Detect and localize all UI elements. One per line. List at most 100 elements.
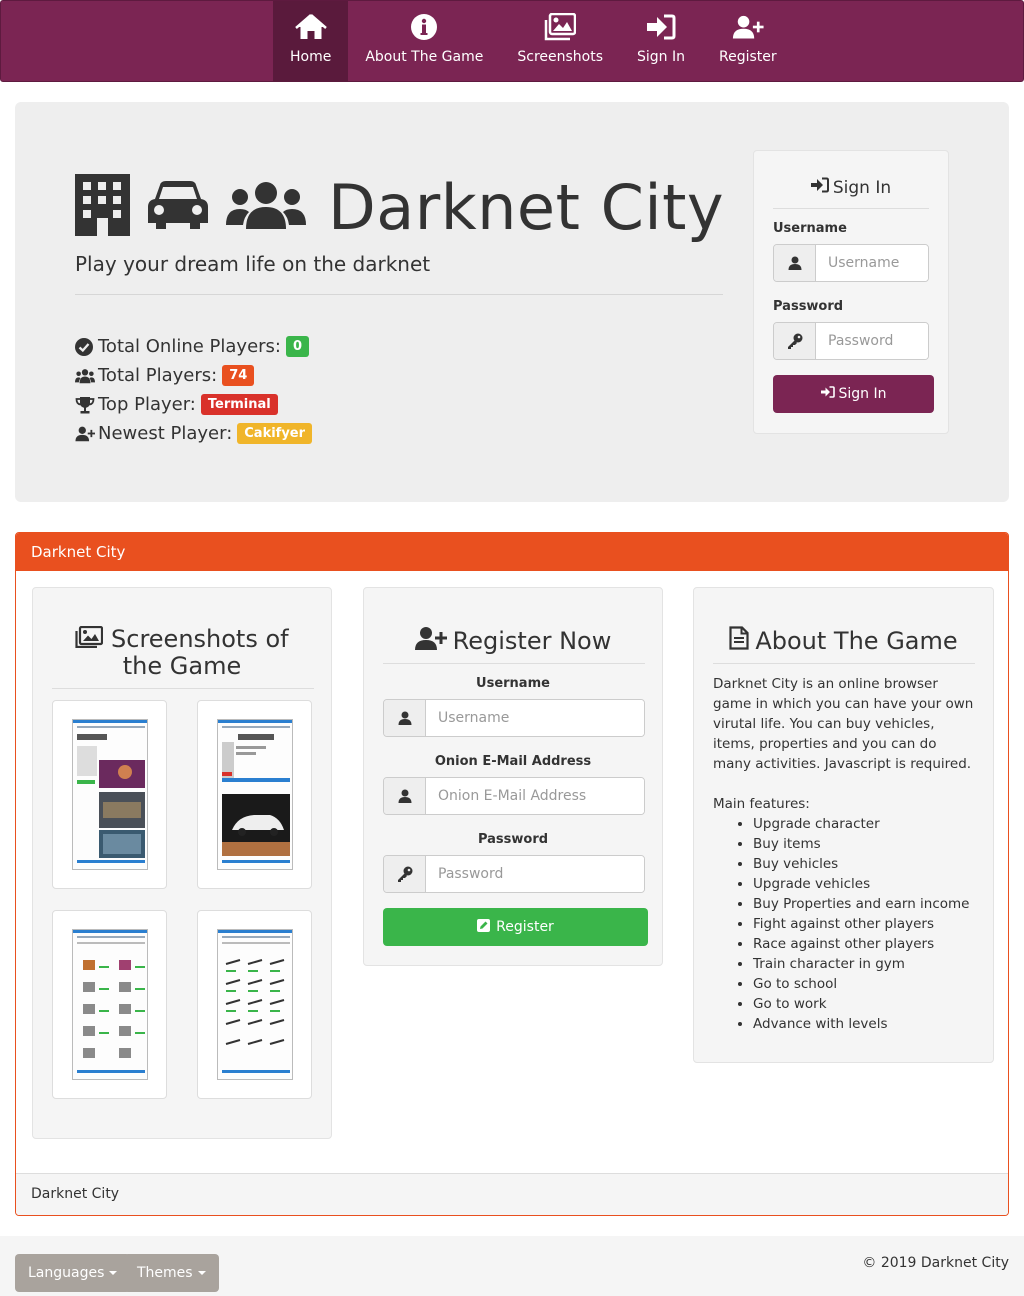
home-icon: [294, 13, 327, 41]
register-button-label: Register: [496, 919, 554, 935]
check-circle-icon: [75, 337, 95, 356]
nav-signin[interactable]: Sign In: [620, 1, 702, 82]
hero-jumbotron: Darknet City Play your dream life on the…: [15, 102, 1009, 502]
stats-list: Total Online Players: 0 Total Players: 7…: [75, 332, 313, 448]
top-player-badge: Terminal: [200, 394, 278, 415]
stat-label: Top Player:: [98, 394, 196, 415]
features-list: Upgrade character Buy items Buy vehicles…: [753, 814, 975, 1034]
hero-divider: [75, 294, 723, 295]
list-item: Train character in gym: [753, 954, 975, 974]
file-text-icon: [729, 626, 749, 655]
signin-heading: Sign In: [754, 177, 948, 198]
signin-username-group: [773, 244, 929, 282]
signin-username-input[interactable]: [816, 245, 928, 281]
nav-home[interactable]: Home: [273, 1, 349, 82]
newest-player-badge: Cakifyer: [237, 423, 313, 444]
sign-in-icon: [810, 177, 829, 198]
register-email-input[interactable]: [426, 778, 644, 814]
trophy-icon: [75, 396, 95, 414]
signin-divider: [773, 208, 929, 209]
stat-online-players: Total Online Players: 0: [75, 332, 312, 361]
list-item: Buy Properties and earn income: [753, 894, 975, 914]
screenshot-thumbnail-2[interactable]: [197, 700, 312, 889]
register-password-input[interactable]: [426, 856, 644, 892]
about-heading: About The Game: [694, 626, 993, 655]
screenshot-image: [72, 719, 148, 870]
user-icon: [384, 778, 426, 814]
caret-down-icon: [197, 1271, 206, 1275]
nav-screenshots[interactable]: Screenshots: [500, 1, 620, 82]
screenshot-thumbnail-1[interactable]: [52, 700, 167, 889]
list-item: Upgrade character: [753, 814, 975, 834]
register-heading-text: Register Now: [452, 626, 612, 655]
stat-top-player: Top Player: Terminal: [75, 390, 312, 419]
register-well: Register Now Username Onion E-Mail Addre…: [363, 587, 663, 966]
top-navbar: Home About The Game Screenshots Sign In …: [0, 0, 1024, 82]
screenshot-image: [217, 719, 293, 870]
hero-subtitle: Play your dream life on the darknet: [75, 252, 431, 276]
screenshots-well: Screenshots of the Game: [32, 587, 332, 1139]
info-circle-icon: [408, 13, 440, 41]
images-icon: [544, 13, 577, 41]
themes-dropdown[interactable]: Themes: [124, 1254, 219, 1292]
languages-dropdown[interactable]: Languages: [15, 1254, 131, 1292]
list-item: Go to school: [753, 974, 975, 994]
register-email-group: [383, 777, 645, 815]
screenshots-heading-text: Screenshots of the Game: [111, 625, 289, 680]
signin-button[interactable]: Sign In: [773, 375, 934, 413]
screenshot-thumbnail-4[interactable]: [197, 910, 312, 1099]
register-username-input[interactable]: [426, 700, 644, 736]
screenshot-image: [217, 929, 293, 1080]
stat-label: Total Players:: [98, 365, 218, 386]
key-icon: [384, 856, 426, 892]
user-plus-icon: [75, 425, 95, 443]
stat-label: Newest Player:: [98, 423, 233, 444]
about-well: About The Game Darknet City is an online…: [693, 587, 994, 1063]
nav-about-label: About The Game: [365, 49, 484, 65]
copyright: © 2019 Darknet City: [862, 1255, 1009, 1271]
screenshots-heading: Screenshots of the Game: [33, 625, 331, 680]
list-item: Buy items: [753, 834, 975, 854]
signin-password-group: [773, 322, 929, 360]
stat-newest-player: Newest Player: Cakifyer: [75, 419, 313, 448]
themes-label: Themes: [137, 1265, 193, 1281]
languages-label: Languages: [28, 1265, 105, 1281]
building-icon: [75, 174, 130, 240]
hero-title-text: Darknet City: [328, 170, 725, 244]
panel-footer: Darknet City: [16, 1173, 1008, 1215]
register-password-group: [383, 855, 645, 893]
register-password-label: Password: [477, 832, 549, 847]
sign-in-icon: [645, 13, 677, 41]
register-username-group: [383, 699, 645, 737]
online-players-badge: 0: [286, 336, 310, 357]
nav-about[interactable]: About The Game: [348, 1, 500, 82]
about-divider: [713, 663, 975, 664]
stat-total-players: Total Players: 74: [75, 361, 312, 390]
nav-screenshots-label: Screenshots: [517, 49, 604, 65]
register-divider: [383, 663, 645, 664]
signin-password-input[interactable]: [816, 323, 928, 359]
register-button[interactable]: Register: [383, 908, 648, 946]
user-plus-icon: [732, 13, 764, 41]
screenshot-thumbnail-3[interactable]: [52, 910, 167, 1099]
user-icon: [384, 700, 426, 736]
caret-down-icon: [109, 1271, 118, 1275]
total-players-badge: 74: [222, 365, 255, 386]
user-icon: [774, 245, 816, 281]
key-icon: [774, 323, 816, 359]
user-plus-icon: [414, 626, 447, 655]
sign-in-icon: [820, 386, 835, 402]
list-item: Race against other players: [753, 934, 975, 954]
about-heading-text: About The Game: [755, 626, 958, 655]
panel-heading: Darknet City: [16, 533, 1008, 571]
list-item: Upgrade vehicles: [753, 874, 975, 894]
users-icon: [75, 367, 95, 385]
edit-icon: [477, 918, 491, 936]
nav-register[interactable]: Register: [702, 1, 794, 82]
list-item: Buy vehicles: [753, 854, 975, 874]
main-panel: Darknet City Screenshots of the Game Reg…: [15, 532, 1009, 1216]
signin-heading-text: Sign In: [832, 177, 892, 198]
register-email-label: Onion E-Mail Address: [434, 754, 592, 769]
signin-password-label: Password: [773, 299, 844, 314]
nav-register-label: Register: [719, 49, 777, 65]
